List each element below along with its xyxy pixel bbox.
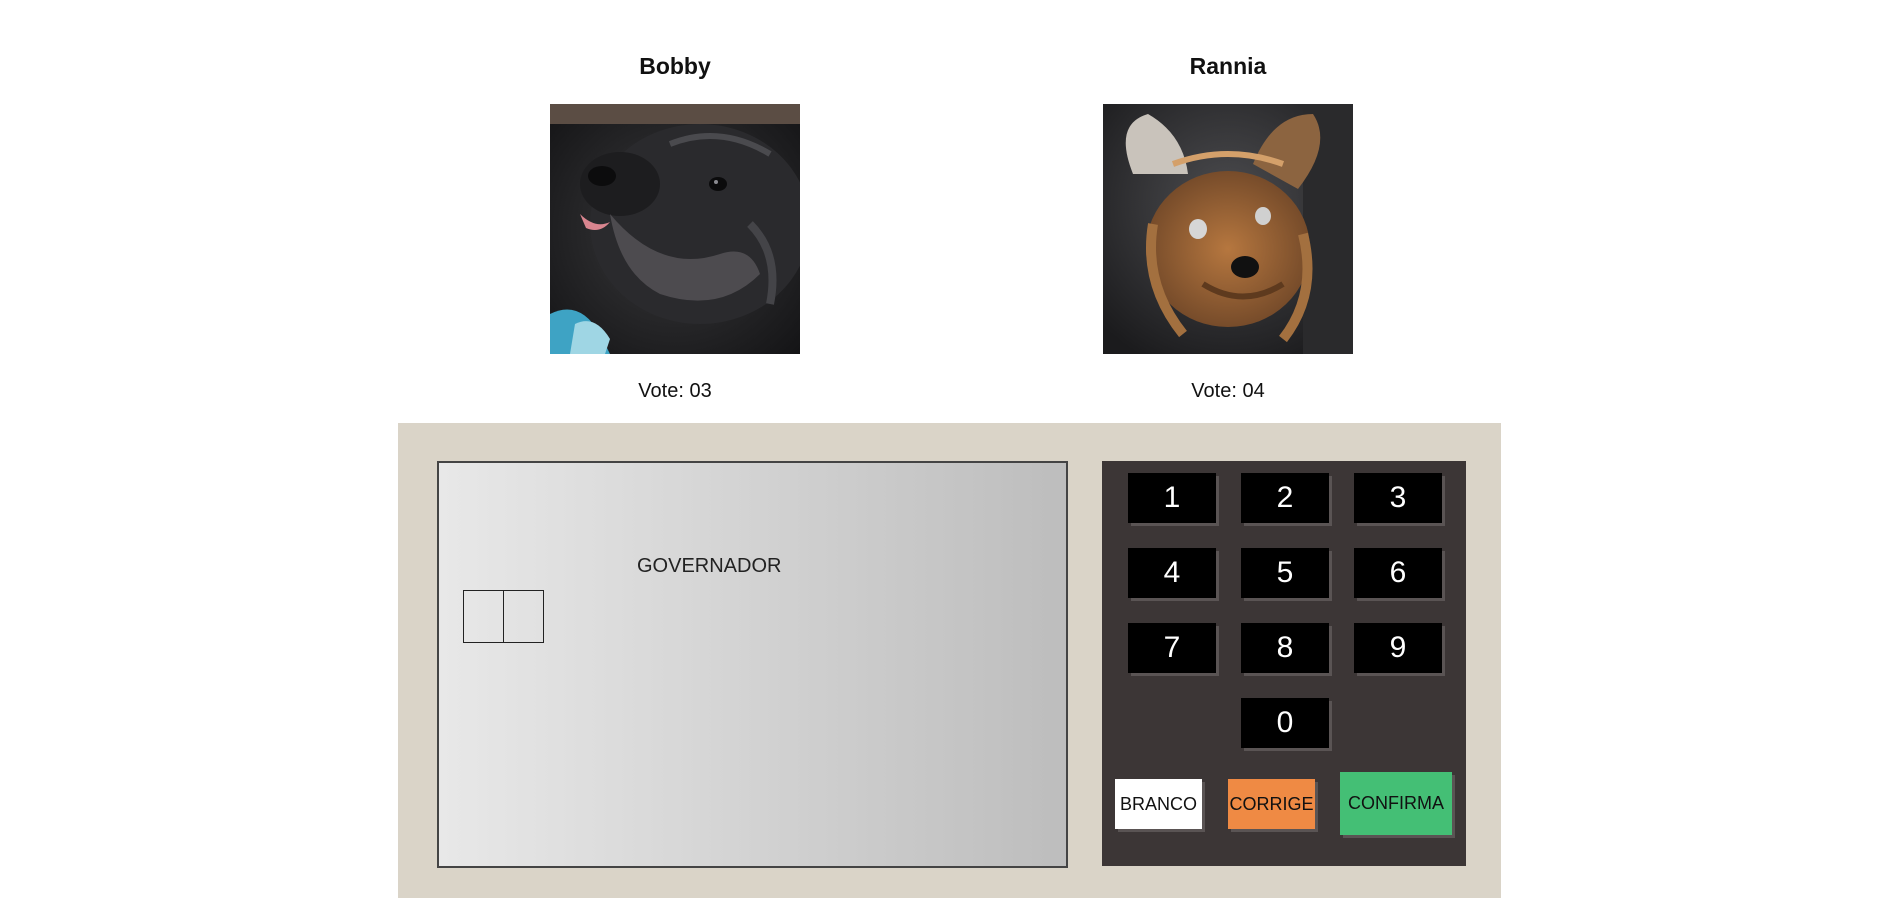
key-1[interactable]: 1 [1128,473,1216,523]
corrige-button[interactable]: CORRIGE [1228,779,1315,829]
yorkshire-dog-photo-icon [1103,104,1353,354]
candidate-name: Rannia [1189,53,1267,79]
key-8[interactable]: 8 [1241,623,1329,673]
candidate-card-bobby: Bobby Vote: 03 [515,52,835,403]
voting-screen: GOVERNADOR [437,461,1068,868]
office-title: GOVERNADOR [637,555,782,577]
key-7[interactable]: 7 [1128,623,1216,673]
candidate-name: Bobby [639,53,711,79]
key-2[interactable]: 2 [1241,473,1329,523]
key-9[interactable]: 9 [1354,623,1442,673]
key-6[interactable]: 6 [1354,548,1442,598]
candidate-photo [1103,104,1353,354]
black-dog-photo-icon [550,104,800,354]
vote-digit-box-2 [504,590,544,643]
candidate-vote-number: Vote: 03 [638,380,712,402]
candidate-photo [550,104,800,354]
vote-digit-box-1 [463,590,504,643]
key-4[interactable]: 4 [1128,548,1216,598]
key-3[interactable]: 3 [1354,473,1442,523]
candidate-vote-number: Vote: 04 [1191,380,1265,402]
key-5[interactable]: 5 [1241,548,1329,598]
branco-button[interactable]: BRANCO [1115,779,1202,829]
keypad: 1 2 3 4 5 6 7 8 9 0 BRANCO CORRIGE CONFI… [1102,461,1466,866]
voting-machine: GOVERNADOR 1 2 3 4 5 6 7 8 9 0 BRANCO CO… [398,423,1501,898]
candidate-card-rannia: Rannia Vote: 04 [1068,52,1388,403]
key-0[interactable]: 0 [1241,698,1329,748]
vote-digit-boxes [463,590,544,643]
confirma-button[interactable]: CONFIRMA [1340,772,1452,835]
